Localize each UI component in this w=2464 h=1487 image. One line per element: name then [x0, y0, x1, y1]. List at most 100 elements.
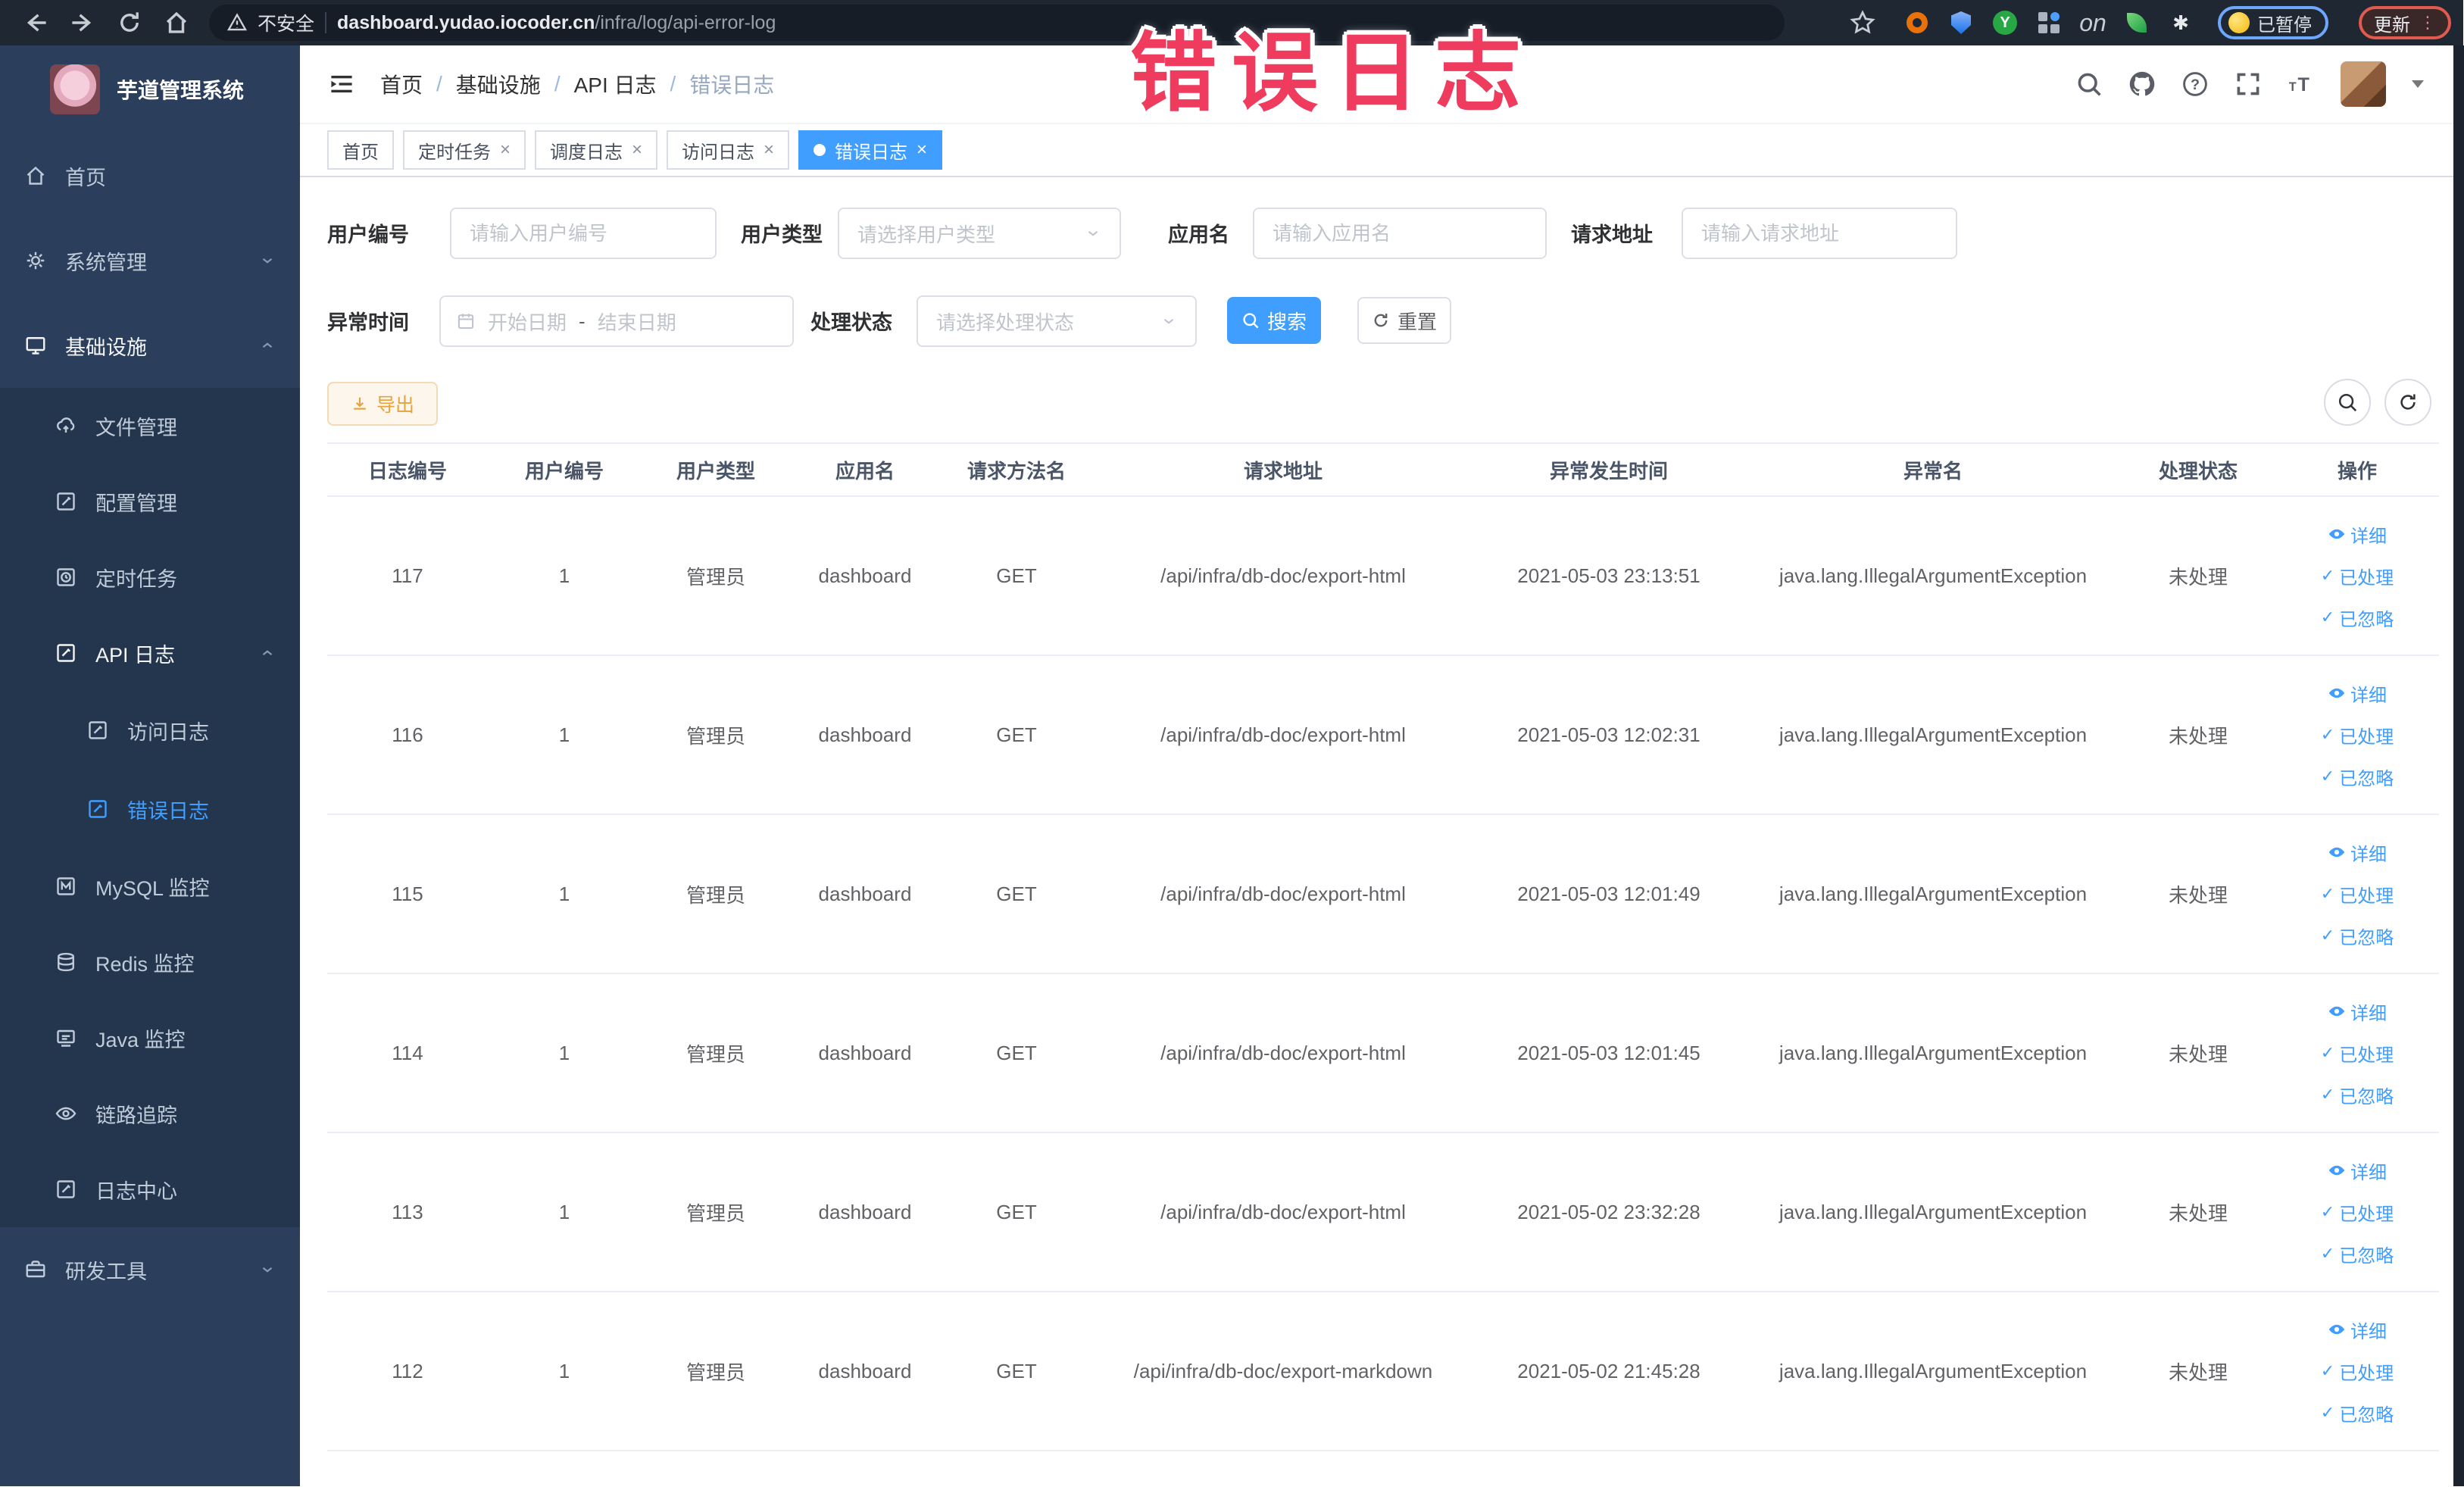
- cell-log-id: 114: [392, 1041, 423, 1064]
- sidebar-item-scheduled-tasks[interactable]: 定时任务: [0, 539, 300, 615]
- close-icon[interactable]: ×: [764, 141, 774, 159]
- processed-link[interactable]: ✓ 已处理: [2321, 1040, 2394, 1067]
- ignored-link[interactable]: ✓ 已忽略: [2321, 1241, 2394, 1267]
- ignored-link[interactable]: ✓ 已忽略: [2321, 604, 2394, 631]
- processed-link[interactable]: ✓ 已处理: [2321, 1358, 2394, 1385]
- home-button[interactable]: [164, 10, 189, 36]
- sidebar-item-api-log[interactable]: API 日志: [0, 615, 300, 691]
- detail-link[interactable]: 详细: [2328, 998, 2387, 1025]
- extension-icon-on-badge[interactable]: on: [2079, 9, 2106, 36]
- cell-status: 未处理: [2168, 883, 2228, 907]
- extension-icon-leaf[interactable]: [2124, 10, 2150, 36]
- cell-log-id: 115: [392, 882, 423, 905]
- main-area: 首页 / 基础设施 / API 日志 / 错误日志 ? T T 首页 定时任务 …: [300, 45, 2463, 1486]
- address-bar[interactable]: 不安全 dashboard.yudao.iocoder.cn/infra/log…: [209, 5, 1785, 41]
- app-logo[interactable]: 芋道管理系统: [0, 45, 300, 133]
- user-menu-caret-icon[interactable]: [2412, 80, 2424, 88]
- bookmark-star-icon[interactable]: [1850, 10, 1875, 36]
- processed-link[interactable]: ✓ 已处理: [2321, 881, 2394, 908]
- user-no-input[interactable]: [450, 208, 717, 259]
- search-button[interactable]: 搜索: [1227, 297, 1321, 344]
- refresh-table-button[interactable]: [2384, 379, 2431, 426]
- tab-access-log[interactable]: 访问日志 ×: [667, 130, 790, 170]
- extensions-puzzle-icon[interactable]: ✱: [2168, 10, 2194, 36]
- sidebar-item-dev-tools[interactable]: 研发工具: [0, 1227, 300, 1312]
- breadcrumb-home[interactable]: 首页: [380, 69, 423, 99]
- cell-exception: java.lang.IllegalArgumentException: [1779, 882, 2088, 905]
- tab-schedule-log[interactable]: 调度日志 ×: [535, 130, 658, 170]
- reload-button[interactable]: [117, 10, 142, 36]
- help-icon[interactable]: ?: [2181, 70, 2209, 98]
- tab-home[interactable]: 首页: [327, 130, 394, 170]
- sidebar-item-config-management[interactable]: 配置管理: [0, 464, 300, 539]
- check-icon: ✓: [2320, 1202, 2335, 1221]
- detail-link[interactable]: 详细: [2328, 1317, 2387, 1343]
- redis-database-icon: [58, 952, 74, 972]
- breadcrumb-api-log[interactable]: API 日志: [574, 69, 657, 99]
- sidebar-collapse-button[interactable]: [327, 71, 356, 97]
- sidebar-item-error-log[interactable]: 错误日志: [0, 770, 300, 848]
- toggle-search-button[interactable]: [2324, 379, 2371, 426]
- sidebar-item-trace[interactable]: 链路追踪: [0, 1076, 300, 1151]
- detail-link[interactable]: 详细: [2328, 839, 2387, 866]
- cell-exception: java.lang.IllegalArgumentException: [1779, 723, 2088, 746]
- close-icon[interactable]: ×: [632, 141, 642, 159]
- detail-link[interactable]: 详细: [2328, 521, 2387, 548]
- back-button[interactable]: [23, 10, 48, 36]
- sidebar-item-file-management[interactable]: 文件管理: [0, 388, 300, 464]
- request-url-input[interactable]: [1682, 208, 1957, 259]
- ignored-link[interactable]: ✓ 已忽略: [2321, 1082, 2394, 1108]
- search-icon[interactable]: [2075, 70, 2103, 98]
- process-status-select[interactable]: 请选择处理状态: [917, 295, 1197, 347]
- sidebar-item-log-center[interactable]: 日志中心: [0, 1151, 300, 1227]
- processed-link[interactable]: ✓ 已处理: [2321, 722, 2394, 748]
- sidebar-item-home[interactable]: 首页: [0, 133, 300, 218]
- extension-icon-green-y[interactable]: Y: [1992, 10, 2018, 36]
- processed-link[interactable]: ✓ 已处理: [2321, 1199, 2394, 1226]
- tab-scheduled-tasks[interactable]: 定时任务 ×: [403, 130, 526, 170]
- error-time-range-picker[interactable]: 开始日期 - 结束日期: [439, 295, 794, 347]
- sidebar-item-access-log[interactable]: 访问日志: [0, 691, 300, 770]
- sidebar-item-system[interactable]: 系统管理: [0, 218, 300, 303]
- chevron-up-icon: [262, 650, 273, 656]
- github-icon[interactable]: [2128, 70, 2156, 98]
- tab-error-log[interactable]: 错误日志 ×: [798, 130, 943, 170]
- close-icon[interactable]: ×: [500, 141, 511, 159]
- sidebar-item-redis-monitor[interactable]: Redis 监控: [0, 924, 300, 1000]
- row-actions: 详细 ✓ 已处理 ✓ 已忽略: [2275, 1157, 2439, 1267]
- table-body: 117 1 管理员 dashboard GET/api/infra/db-doc/exp…: [327, 497, 2439, 1451]
- ignored-link[interactable]: ✓ 已忽略: [2321, 1400, 2394, 1426]
- breadcrumb-infrastructure[interactable]: 基础设施: [456, 69, 541, 99]
- app-name-input[interactable]: [1253, 208, 1547, 259]
- sidebar-item-java-monitor[interactable]: Java 监控: [0, 1000, 300, 1076]
- log-document-icon: [57, 644, 75, 662]
- check-icon: ✓: [2320, 1244, 2335, 1263]
- tags-view-bar: 首页 定时任务 × 调度日志 × 访问日志 × 错误日志 ×: [300, 124, 2463, 177]
- extension-icon-shield[interactable]: [1948, 10, 1974, 36]
- detail-link[interactable]: 详细: [2328, 680, 2387, 707]
- cell-url: /api/infra/db-doc/export-html: [1160, 882, 1406, 905]
- ignored-link[interactable]: ✓ 已忽略: [2321, 764, 2394, 790]
- fullscreen-icon[interactable]: [2234, 70, 2262, 98]
- extension-icon-orange[interactable]: [1904, 10, 1930, 36]
- user-type-select[interactable]: 请选择用户类型: [838, 208, 1121, 259]
- reset-button[interactable]: 重置: [1357, 297, 1451, 344]
- cell-status: 未处理: [2168, 724, 2228, 748]
- extension-icon-grid[interactable]: [2036, 10, 2062, 36]
- export-button[interactable]: 导出: [327, 382, 438, 426]
- processed-link[interactable]: ✓ 已处理: [2321, 563, 2394, 589]
- page-scrollbar[interactable]: [2453, 45, 2464, 1486]
- browser-update-button[interactable]: 更新 ⋮: [2359, 6, 2451, 39]
- font-size-icon[interactable]: TT: [2288, 70, 2315, 98]
- profile-paused-chip[interactable]: 已暂停: [2218, 6, 2328, 39]
- sidebar-item-infrastructure[interactable]: 基础设施: [0, 303, 300, 388]
- forward-button[interactable]: [70, 10, 95, 36]
- user-avatar[interactable]: [2341, 61, 2386, 107]
- check-icon: ✓: [2320, 926, 2335, 945]
- ignored-link[interactable]: ✓ 已忽略: [2321, 923, 2394, 949]
- close-icon[interactable]: ×: [917, 141, 927, 159]
- svg-text:T: T: [2289, 80, 2297, 94]
- detail-link[interactable]: 详细: [2328, 1157, 2387, 1184]
- sidebar-item-mysql-monitor[interactable]: MySQL 监控: [0, 848, 300, 924]
- cell-method: GET: [996, 1200, 1037, 1223]
